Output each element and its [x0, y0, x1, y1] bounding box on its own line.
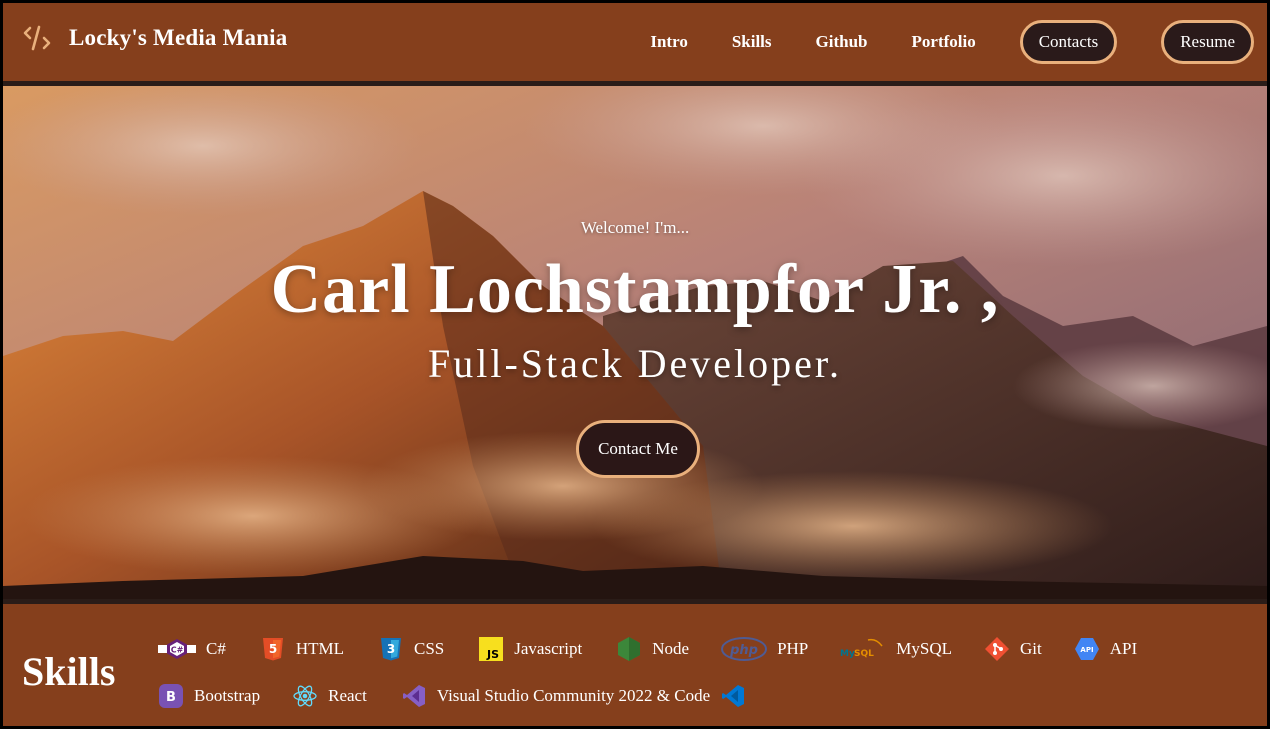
- git-icon: [984, 636, 1010, 662]
- skill-javascript: JS Javascript: [478, 633, 582, 665]
- nav-link-skills[interactable]: Skills: [732, 32, 772, 52]
- skill-label: Node: [652, 639, 690, 658]
- nav-link-intro[interactable]: Intro: [650, 32, 687, 52]
- skill-mysql: My SQL MySQL: [840, 633, 952, 665]
- svg-text:JS: JS: [486, 648, 499, 661]
- hero-role-subtitle: Full-Stack Developer.: [427, 341, 843, 386]
- skills-section: Skills C# C# 5 HTML 3 CSS JS Javascript …: [3, 604, 1267, 726]
- hero-section: Welcome! I'm... Carl Lochstampfor Jr. , …: [3, 86, 1267, 599]
- svg-text:C#: C#: [171, 646, 184, 655]
- skill-php: php PHP: [721, 633, 808, 665]
- javascript-icon: JS: [478, 636, 504, 662]
- svg-text:My: My: [840, 649, 855, 659]
- skill-visual-studio: Visual Studio Community 2022 & Code: [401, 680, 746, 712]
- hero-welcome-text: Welcome! I'm...: [580, 218, 690, 237]
- skills-row-1: C# C# 5 HTML 3 CSS JS Javascript Node ph…: [158, 633, 1137, 665]
- svg-text:API: API: [1080, 646, 1093, 654]
- brand-link[interactable]: Locky's Media Mania: [23, 21, 287, 55]
- contact-me-button[interactable]: Contact Me: [576, 420, 700, 478]
- api-icon: API: [1074, 636, 1100, 662]
- csharp-icon: C#: [158, 636, 196, 662]
- skill-react: React: [292, 680, 367, 712]
- resume-button[interactable]: Resume: [1161, 20, 1254, 64]
- visual-studio-icon: [401, 683, 427, 709]
- svg-text:php: php: [729, 643, 758, 658]
- skill-label: Bootstrap: [194, 686, 261, 705]
- skills-row-2: B Bootstrap React Visual Studio Communit…: [158, 680, 746, 712]
- react-icon: [292, 683, 318, 709]
- skill-git: Git: [984, 633, 1042, 665]
- nav-link-portfolio[interactable]: Portfolio: [912, 32, 976, 52]
- code-slash-icon: [23, 25, 51, 51]
- nav-links: Intro Skills Github Portfolio Contacts R…: [650, 3, 1267, 81]
- skill-html: 5 HTML: [260, 633, 344, 665]
- skill-label: Git: [1020, 639, 1042, 658]
- mysql-icon: My SQL: [840, 636, 886, 662]
- bootstrap-icon: B: [158, 683, 184, 709]
- html5-icon: 5: [260, 636, 286, 662]
- contacts-button[interactable]: Contacts: [1019, 20, 1118, 64]
- skill-label: MySQL: [896, 639, 952, 658]
- brand-title: Locky's Media Mania: [69, 25, 288, 50]
- top-navbar: Locky's Media Mania Intro Skills Github …: [3, 3, 1267, 81]
- skill-label: CSS: [414, 639, 445, 658]
- hero-name-heading: Carl Lochstampfor Jr. ,: [270, 251, 1000, 328]
- hero-content: Welcome! I'm... Carl Lochstampfor Jr. , …: [3, 86, 1267, 599]
- skills-heading: Skills: [22, 649, 116, 694]
- skill-bootstrap: B Bootstrap: [158, 680, 260, 712]
- svg-text:SQL: SQL: [854, 649, 874, 659]
- php-icon: php: [721, 636, 768, 662]
- vscode-icon: [720, 683, 746, 709]
- nav-link-github[interactable]: Github: [816, 32, 868, 52]
- nodejs-icon: [616, 636, 642, 662]
- skill-api: API API: [1074, 633, 1137, 665]
- svg-text:B: B: [166, 690, 176, 705]
- skill-label: HTML: [295, 639, 345, 658]
- svg-text:3: 3: [387, 642, 395, 656]
- skill-label: API: [1109, 639, 1138, 658]
- skill-css: 3 CSS: [378, 633, 444, 665]
- skill-label: React: [328, 686, 367, 705]
- skill-label: PHP: [777, 639, 809, 658]
- skill-label: C#: [206, 639, 226, 658]
- skill-node: Node: [616, 633, 689, 665]
- svg-text:5: 5: [269, 642, 277, 656]
- skill-label: Javascript: [514, 639, 583, 658]
- css3-icon: 3: [378, 636, 404, 662]
- skill-csharp: C# C#: [158, 633, 226, 665]
- skill-label: Visual Studio Community 2022 & Code: [436, 686, 711, 705]
